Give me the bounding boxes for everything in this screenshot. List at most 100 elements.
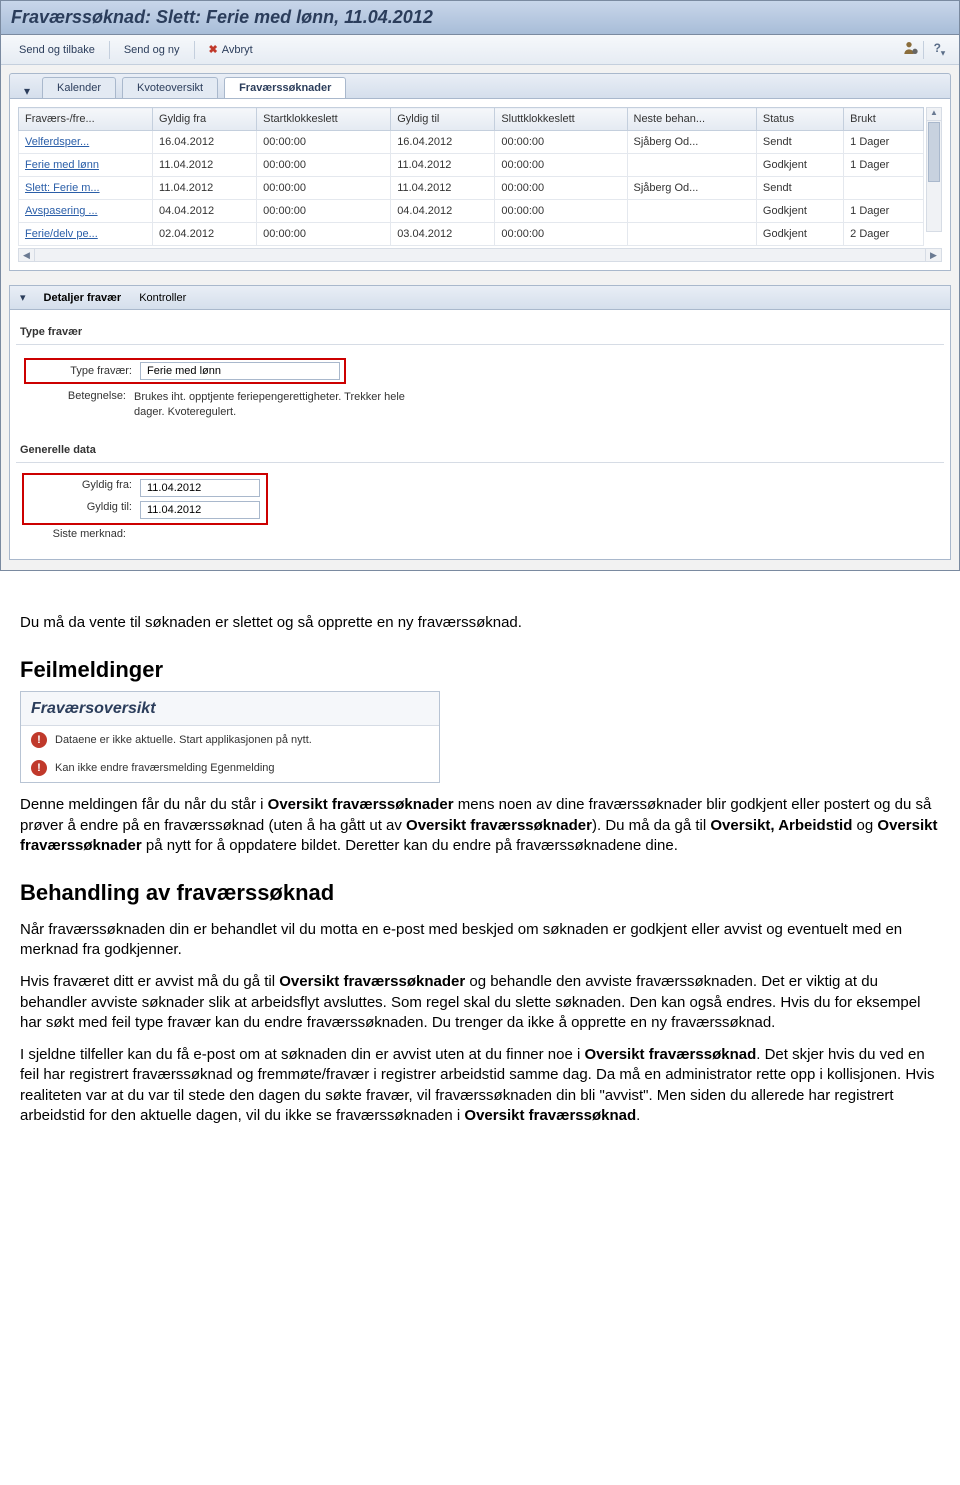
col-status[interactable]: Status (756, 108, 843, 131)
cell-used: 1 Dager (844, 200, 924, 223)
col-from[interactable]: Gyldig fra (153, 108, 257, 131)
chevron-down-icon[interactable]: ▾ (20, 291, 26, 304)
divider (194, 41, 195, 59)
label-gyldig-fra: Gyldig fra: (30, 479, 140, 491)
error-message: ! Dataene er ikke aktuelle. Start applik… (21, 726, 439, 754)
cell-type[interactable]: Slett: Ferie m... (19, 177, 153, 200)
gyldig-til-field[interactable]: 11.04.2012 (140, 501, 260, 519)
error-icon: ! (31, 732, 47, 748)
cancel-button[interactable]: ✖ Avbryt (199, 39, 263, 60)
label-gyldig-til: Gyldig til: (30, 501, 140, 513)
cell-end: 00:00:00 (495, 223, 627, 246)
label-siste-merknad: Siste merknad: (24, 528, 134, 540)
scroll-left-icon[interactable]: ◀ (19, 249, 35, 261)
send-new-label: Send og ny (124, 44, 180, 56)
send-new-button[interactable]: Send og ny (114, 40, 190, 60)
document-body: Du må da vente til søknaden er slettet o… (0, 591, 960, 1168)
scroll-up-icon[interactable]: ▲ (927, 108, 941, 121)
table-row[interactable]: Slett: Ferie m...11.04.201200:00:0011.04… (19, 177, 924, 200)
table-row[interactable]: Avspasering ...04.04.201200:00:0004.04.2… (19, 200, 924, 223)
cell-status: Sendt (756, 177, 843, 200)
table-row[interactable]: Ferie/delv pe...02.04.201200:00:0003.04.… (19, 223, 924, 246)
error-message: ! Kan ikke endre fraværsmelding Egenmeld… (21, 754, 439, 782)
tab-kvoteoversikt[interactable]: Kvoteoversikt (122, 77, 218, 98)
cell-start: 00:00:00 (257, 223, 391, 246)
paragraph: Denne meldingen får du når du står i Ove… (20, 795, 940, 856)
cell-type[interactable]: Ferie med lønn (19, 154, 153, 177)
application-window: Fraværssøknad: Slett: Ferie med lønn, 11… (0, 0, 960, 571)
person-config-icon[interactable] (903, 40, 919, 59)
heading-behandling: Behandling av fraværssøknad (20, 878, 940, 908)
error-box-title: Fraværsoversikt (21, 692, 439, 727)
details-title: Detaljer fravær (44, 292, 122, 304)
col-to[interactable]: Gyldig til (391, 108, 495, 131)
group-generelle-data: Generelle data (16, 438, 944, 463)
col-start[interactable]: Startklokkeslett (257, 108, 391, 131)
scroll-thumb[interactable] (928, 122, 940, 182)
label-betegnelse: Betegnelse: (24, 390, 134, 402)
divider (923, 41, 924, 59)
send-back-label: Send og tilbake (19, 44, 95, 56)
table-row[interactable]: Velferdsper...16.04.201200:00:0016.04.20… (19, 131, 924, 154)
cell-start: 00:00:00 (257, 154, 391, 177)
error-text: Kan ikke endre fraværsmelding Egenmeldin… (55, 761, 275, 776)
help-icon[interactable]: ?▾ (928, 41, 951, 57)
details-body: Type fravær Type fravær: Ferie med lønn … (9, 310, 951, 560)
error-text: Dataene er ikke aktuelle. Start applikas… (55, 733, 312, 748)
paragraph: Når fraværssøknaden din er behandlet vil… (20, 920, 940, 961)
label-type-fravaer: Type fravær: (30, 365, 140, 377)
cell-used: 2 Dager (844, 223, 924, 246)
cell-from: 02.04.2012 (153, 223, 257, 246)
error-icon: ! (31, 760, 47, 776)
cell-to: 11.04.2012 (391, 154, 495, 177)
col-used[interactable]: Brukt (844, 108, 924, 131)
col-next[interactable]: Neste behan... (627, 108, 756, 131)
tab-kalender[interactable]: Kalender (42, 77, 116, 98)
cell-status: Godkjent (756, 223, 843, 246)
cell-status: Godkjent (756, 154, 843, 177)
col-type[interactable]: Fraværs-/fre... (19, 108, 153, 131)
cancel-icon: ✖ (209, 43, 218, 56)
table-row[interactable]: Ferie med lønn11.04.201200:00:0011.04.20… (19, 154, 924, 177)
main-toolbar: Send og tilbake Send og ny ✖ Avbryt ?▾ (1, 35, 959, 65)
cell-type[interactable]: Ferie/delv pe... (19, 223, 153, 246)
cell-next (627, 223, 756, 246)
cell-to: 04.04.2012 (391, 200, 495, 223)
cell-used: 1 Dager (844, 154, 924, 177)
group-type-fravaer: Type fravær (16, 320, 944, 345)
paragraph: I sjeldne tilfeller kan du få e-post om … (20, 1045, 940, 1126)
cell-start: 00:00:00 (257, 131, 391, 154)
cell-end: 00:00:00 (495, 200, 627, 223)
table-header-row: Fraværs-/fre... Gyldig fra Startklokkesl… (19, 108, 924, 131)
betegnelse-value: Brukes iht. opptjente feriepengerettighe… (134, 390, 434, 421)
horizontal-scrollbar[interactable]: ◀ ▶ (18, 248, 942, 262)
cell-type[interactable]: Velferdsper... (19, 131, 153, 154)
kontroller-button[interactable]: Kontroller (139, 292, 186, 304)
window-title: Fraværssøknad: Slett: Ferie med lønn, 11… (1, 1, 959, 35)
cell-used (844, 177, 924, 200)
gyldig-fra-field[interactable]: 11.04.2012 (140, 479, 260, 497)
send-back-button[interactable]: Send og tilbake (9, 40, 105, 60)
scroll-right-icon[interactable]: ▶ (925, 249, 941, 261)
requests-table: Fraværs-/fre... Gyldig fra Startklokkesl… (18, 107, 924, 246)
grid-panel: Fraværs-/fre... Gyldig fra Startklokkesl… (9, 99, 951, 271)
cell-to: 11.04.2012 (391, 177, 495, 200)
divider (109, 41, 110, 59)
cell-from: 11.04.2012 (153, 154, 257, 177)
vertical-scrollbar[interactable]: ▲ (926, 107, 942, 232)
tab-fravaerssoknader[interactable]: Fraværssøknader (224, 77, 346, 98)
chevron-down-icon[interactable]: ▾ (18, 84, 36, 98)
heading-feilmeldinger: Feilmeldinger (20, 655, 940, 685)
cell-status: Sendt (756, 131, 843, 154)
cell-to: 03.04.2012 (391, 223, 495, 246)
tabstrip: ▾ Kalender Kvoteoversikt Fraværssøknader (9, 73, 951, 99)
cell-end: 00:00:00 (495, 154, 627, 177)
col-end[interactable]: Sluttklokkeslett (495, 108, 627, 131)
cell-to: 16.04.2012 (391, 131, 495, 154)
cancel-label: Avbryt (222, 44, 253, 56)
cell-from: 04.04.2012 (153, 200, 257, 223)
cell-next: Sjåberg Od... (627, 177, 756, 200)
cell-start: 00:00:00 (257, 200, 391, 223)
type-fravaer-field[interactable]: Ferie med lønn (140, 362, 340, 380)
cell-type[interactable]: Avspasering ... (19, 200, 153, 223)
